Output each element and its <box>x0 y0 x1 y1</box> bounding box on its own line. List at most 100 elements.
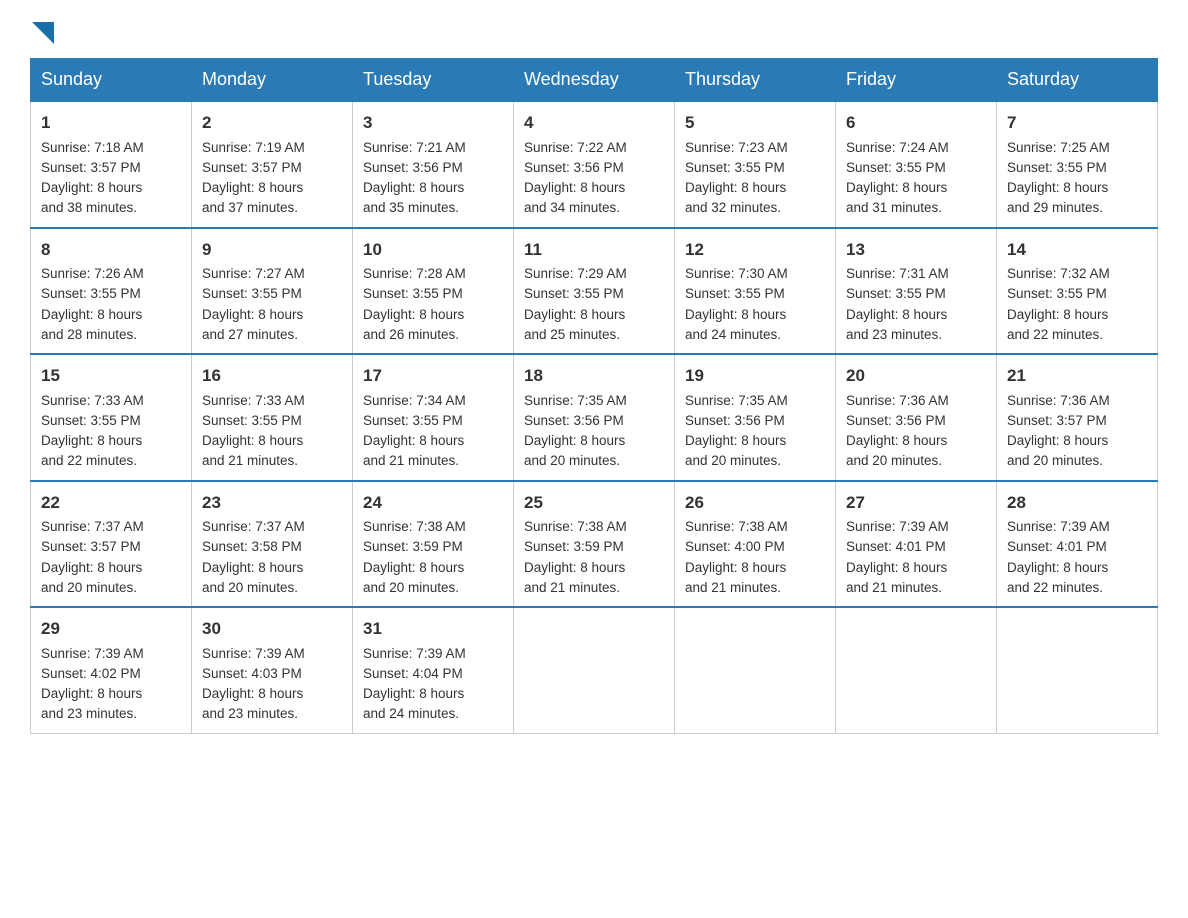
sunrise-label: Sunrise: 7:35 AM <box>685 393 788 408</box>
sunset-label: Sunset: 3:55 PM <box>202 286 302 301</box>
day-number: 1 <box>41 110 181 136</box>
sunset-label: Sunset: 3:56 PM <box>363 160 463 175</box>
calendar-week-row: 22 Sunrise: 7:37 AM Sunset: 3:57 PM Dayl… <box>31 481 1158 608</box>
calendar-week-row: 29 Sunrise: 7:39 AM Sunset: 4:02 PM Dayl… <box>31 607 1158 733</box>
calendar-cell: 11 Sunrise: 7:29 AM Sunset: 3:55 PM Dayl… <box>514 228 675 355</box>
sunset-label: Sunset: 3:56 PM <box>524 160 624 175</box>
sunset-label: Sunset: 3:55 PM <box>846 286 946 301</box>
sunset-label: Sunset: 3:56 PM <box>524 413 624 428</box>
day-number: 17 <box>363 363 503 389</box>
daylight-minutes: and 20 minutes. <box>846 453 942 468</box>
calendar-cell: 26 Sunrise: 7:38 AM Sunset: 4:00 PM Dayl… <box>675 481 836 608</box>
daylight-label: Daylight: 8 hours <box>1007 180 1108 195</box>
daylight-label: Daylight: 8 hours <box>202 180 303 195</box>
daylight-label: Daylight: 8 hours <box>363 307 464 322</box>
daylight-label: Daylight: 8 hours <box>41 180 142 195</box>
sunrise-label: Sunrise: 7:33 AM <box>202 393 305 408</box>
sunrise-label: Sunrise: 7:24 AM <box>846 140 949 155</box>
daylight-minutes: and 23 minutes. <box>41 706 137 721</box>
calendar-cell <box>836 607 997 733</box>
day-number: 16 <box>202 363 342 389</box>
weekday-header-thursday: Thursday <box>675 59 836 102</box>
daylight-minutes: and 24 minutes. <box>363 706 459 721</box>
calendar-cell: 20 Sunrise: 7:36 AM Sunset: 3:56 PM Dayl… <box>836 354 997 481</box>
sunrise-label: Sunrise: 7:39 AM <box>202 646 305 661</box>
sunrise-label: Sunrise: 7:39 AM <box>363 646 466 661</box>
calendar-cell: 2 Sunrise: 7:19 AM Sunset: 3:57 PM Dayli… <box>192 101 353 228</box>
logo-triangle-icon <box>32 22 54 44</box>
sunrise-label: Sunrise: 7:30 AM <box>685 266 788 281</box>
daylight-minutes: and 31 minutes. <box>846 200 942 215</box>
day-number: 29 <box>41 616 181 642</box>
daylight-label: Daylight: 8 hours <box>685 180 786 195</box>
sunrise-label: Sunrise: 7:33 AM <box>41 393 144 408</box>
calendar-cell <box>514 607 675 733</box>
calendar-cell: 24 Sunrise: 7:38 AM Sunset: 3:59 PM Dayl… <box>353 481 514 608</box>
daylight-label: Daylight: 8 hours <box>685 307 786 322</box>
sunset-label: Sunset: 3:55 PM <box>1007 286 1107 301</box>
sunrise-label: Sunrise: 7:18 AM <box>41 140 144 155</box>
daylight-minutes: and 25 minutes. <box>524 327 620 342</box>
calendar-cell: 1 Sunrise: 7:18 AM Sunset: 3:57 PM Dayli… <box>31 101 192 228</box>
daylight-label: Daylight: 8 hours <box>363 180 464 195</box>
calendar-cell: 5 Sunrise: 7:23 AM Sunset: 3:55 PM Dayli… <box>675 101 836 228</box>
day-number: 14 <box>1007 237 1147 263</box>
sunrise-label: Sunrise: 7:37 AM <box>41 519 144 534</box>
sunrise-label: Sunrise: 7:38 AM <box>685 519 788 534</box>
sunset-label: Sunset: 3:55 PM <box>685 286 785 301</box>
calendar-week-row: 15 Sunrise: 7:33 AM Sunset: 3:55 PM Dayl… <box>31 354 1158 481</box>
calendar-cell: 15 Sunrise: 7:33 AM Sunset: 3:55 PM Dayl… <box>31 354 192 481</box>
sunset-label: Sunset: 3:55 PM <box>41 286 141 301</box>
sunrise-label: Sunrise: 7:29 AM <box>524 266 627 281</box>
logo-wordmark <box>30 20 54 38</box>
day-number: 30 <box>202 616 342 642</box>
weekday-header-wednesday: Wednesday <box>514 59 675 102</box>
day-number: 24 <box>363 490 503 516</box>
day-number: 9 <box>202 237 342 263</box>
calendar-cell: 23 Sunrise: 7:37 AM Sunset: 3:58 PM Dayl… <box>192 481 353 608</box>
daylight-label: Daylight: 8 hours <box>524 433 625 448</box>
sunset-label: Sunset: 3:55 PM <box>524 286 624 301</box>
daylight-label: Daylight: 8 hours <box>1007 560 1108 575</box>
logo <box>30 20 54 38</box>
sunrise-label: Sunrise: 7:27 AM <box>202 266 305 281</box>
sunrise-label: Sunrise: 7:36 AM <box>846 393 949 408</box>
daylight-label: Daylight: 8 hours <box>524 180 625 195</box>
sunset-label: Sunset: 3:58 PM <box>202 539 302 554</box>
sunset-label: Sunset: 3:55 PM <box>685 160 785 175</box>
sunset-label: Sunset: 3:55 PM <box>363 286 463 301</box>
day-number: 22 <box>41 490 181 516</box>
daylight-label: Daylight: 8 hours <box>1007 307 1108 322</box>
daylight-label: Daylight: 8 hours <box>685 433 786 448</box>
sunrise-label: Sunrise: 7:34 AM <box>363 393 466 408</box>
calendar-cell: 18 Sunrise: 7:35 AM Sunset: 3:56 PM Dayl… <box>514 354 675 481</box>
day-number: 2 <box>202 110 342 136</box>
daylight-minutes: and 21 minutes. <box>685 580 781 595</box>
sunrise-label: Sunrise: 7:23 AM <box>685 140 788 155</box>
calendar-cell: 9 Sunrise: 7:27 AM Sunset: 3:55 PM Dayli… <box>192 228 353 355</box>
daylight-minutes: and 38 minutes. <box>41 200 137 215</box>
daylight-minutes: and 21 minutes. <box>524 580 620 595</box>
daylight-label: Daylight: 8 hours <box>41 433 142 448</box>
daylight-minutes: and 21 minutes. <box>202 453 298 468</box>
day-number: 10 <box>363 237 503 263</box>
calendar-cell: 31 Sunrise: 7:39 AM Sunset: 4:04 PM Dayl… <box>353 607 514 733</box>
calendar-week-row: 1 Sunrise: 7:18 AM Sunset: 3:57 PM Dayli… <box>31 101 1158 228</box>
calendar-header-row: SundayMondayTuesdayWednesdayThursdayFrid… <box>31 59 1158 102</box>
sunrise-label: Sunrise: 7:36 AM <box>1007 393 1110 408</box>
daylight-label: Daylight: 8 hours <box>41 560 142 575</box>
day-number: 6 <box>846 110 986 136</box>
calendar-cell: 6 Sunrise: 7:24 AM Sunset: 3:55 PM Dayli… <box>836 101 997 228</box>
daylight-label: Daylight: 8 hours <box>1007 433 1108 448</box>
sunset-label: Sunset: 4:01 PM <box>846 539 946 554</box>
calendar-cell: 14 Sunrise: 7:32 AM Sunset: 3:55 PM Dayl… <box>997 228 1158 355</box>
daylight-label: Daylight: 8 hours <box>846 307 947 322</box>
weekday-header-sunday: Sunday <box>31 59 192 102</box>
day-number: 27 <box>846 490 986 516</box>
daylight-minutes: and 22 minutes. <box>1007 580 1103 595</box>
sunrise-label: Sunrise: 7:26 AM <box>41 266 144 281</box>
page-header <box>30 20 1158 38</box>
day-number: 31 <box>363 616 503 642</box>
sunrise-label: Sunrise: 7:39 AM <box>1007 519 1110 534</box>
daylight-label: Daylight: 8 hours <box>846 433 947 448</box>
